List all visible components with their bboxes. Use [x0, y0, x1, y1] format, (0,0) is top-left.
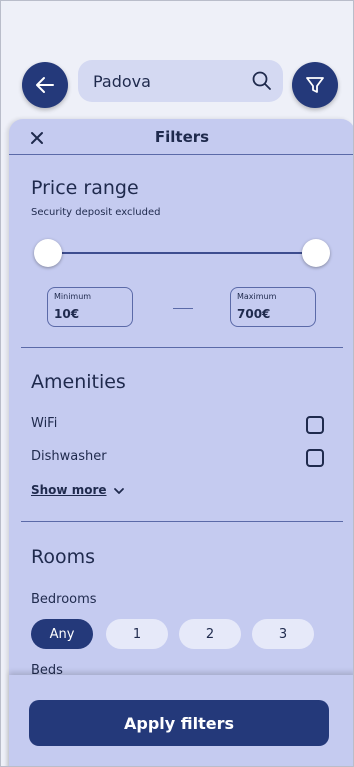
bedrooms-option-1[interactable]: 1: [106, 619, 168, 649]
amenities-title: Amenities: [31, 371, 126, 393]
sheet-title: Filters: [154, 128, 210, 146]
show-more-link[interactable]: Show more: [31, 483, 107, 497]
bedrooms-label: Bedrooms: [31, 592, 97, 607]
price-slider-max-handle[interactable]: [302, 239, 330, 267]
range-separator: [173, 308, 193, 309]
arrow-left-icon: [36, 77, 54, 93]
back-button[interactable]: [22, 62, 68, 108]
search-icon[interactable]: [251, 70, 273, 92]
divider: [21, 347, 343, 348]
amenity-wifi-label: WiFi: [31, 416, 58, 431]
max-price-label: Maximum: [237, 292, 277, 301]
amenity-dishwasher-label: Dishwasher: [31, 449, 107, 464]
divider: [21, 521, 343, 522]
chevron-down-icon[interactable]: [113, 486, 125, 496]
bedrooms-option-2[interactable]: 2: [179, 619, 241, 649]
bedrooms-option-3[interactable]: 3: [252, 619, 314, 649]
min-price-field[interactable]: Minimum 10€: [47, 287, 133, 327]
max-price-field[interactable]: Maximum 700€: [230, 287, 316, 327]
price-slider-track[interactable]: [47, 252, 317, 254]
rooms-title: Rooms: [31, 546, 96, 568]
apply-filters-button[interactable]: Apply filters: [29, 700, 329, 746]
app-screen: Padova Filters Price range Security depo…: [0, 0, 354, 767]
amenity-wifi-checkbox[interactable]: [306, 416, 324, 434]
filter-button[interactable]: [292, 62, 338, 108]
min-price-value: 10€: [54, 307, 80, 321]
price-range-subtitle: Security deposit excluded: [31, 207, 161, 218]
filter-icon: [306, 77, 324, 93]
filters-sheet: Filters Price range Security deposit exc…: [9, 119, 353, 766]
search-input[interactable]: Padova: [78, 60, 283, 102]
amenity-dishwasher-checkbox[interactable]: [306, 449, 324, 467]
sheet-footer: Apply filters: [9, 675, 353, 766]
min-price-label: Minimum: [54, 292, 92, 301]
top-bar: Padova: [1, 1, 353, 131]
price-range-title: Price range: [31, 177, 139, 199]
price-slider-min-handle[interactable]: [34, 239, 62, 267]
bedrooms-option-any[interactable]: Any: [31, 619, 93, 649]
max-price-value: 700€: [237, 307, 271, 321]
sheet-header: Filters: [9, 119, 353, 155]
